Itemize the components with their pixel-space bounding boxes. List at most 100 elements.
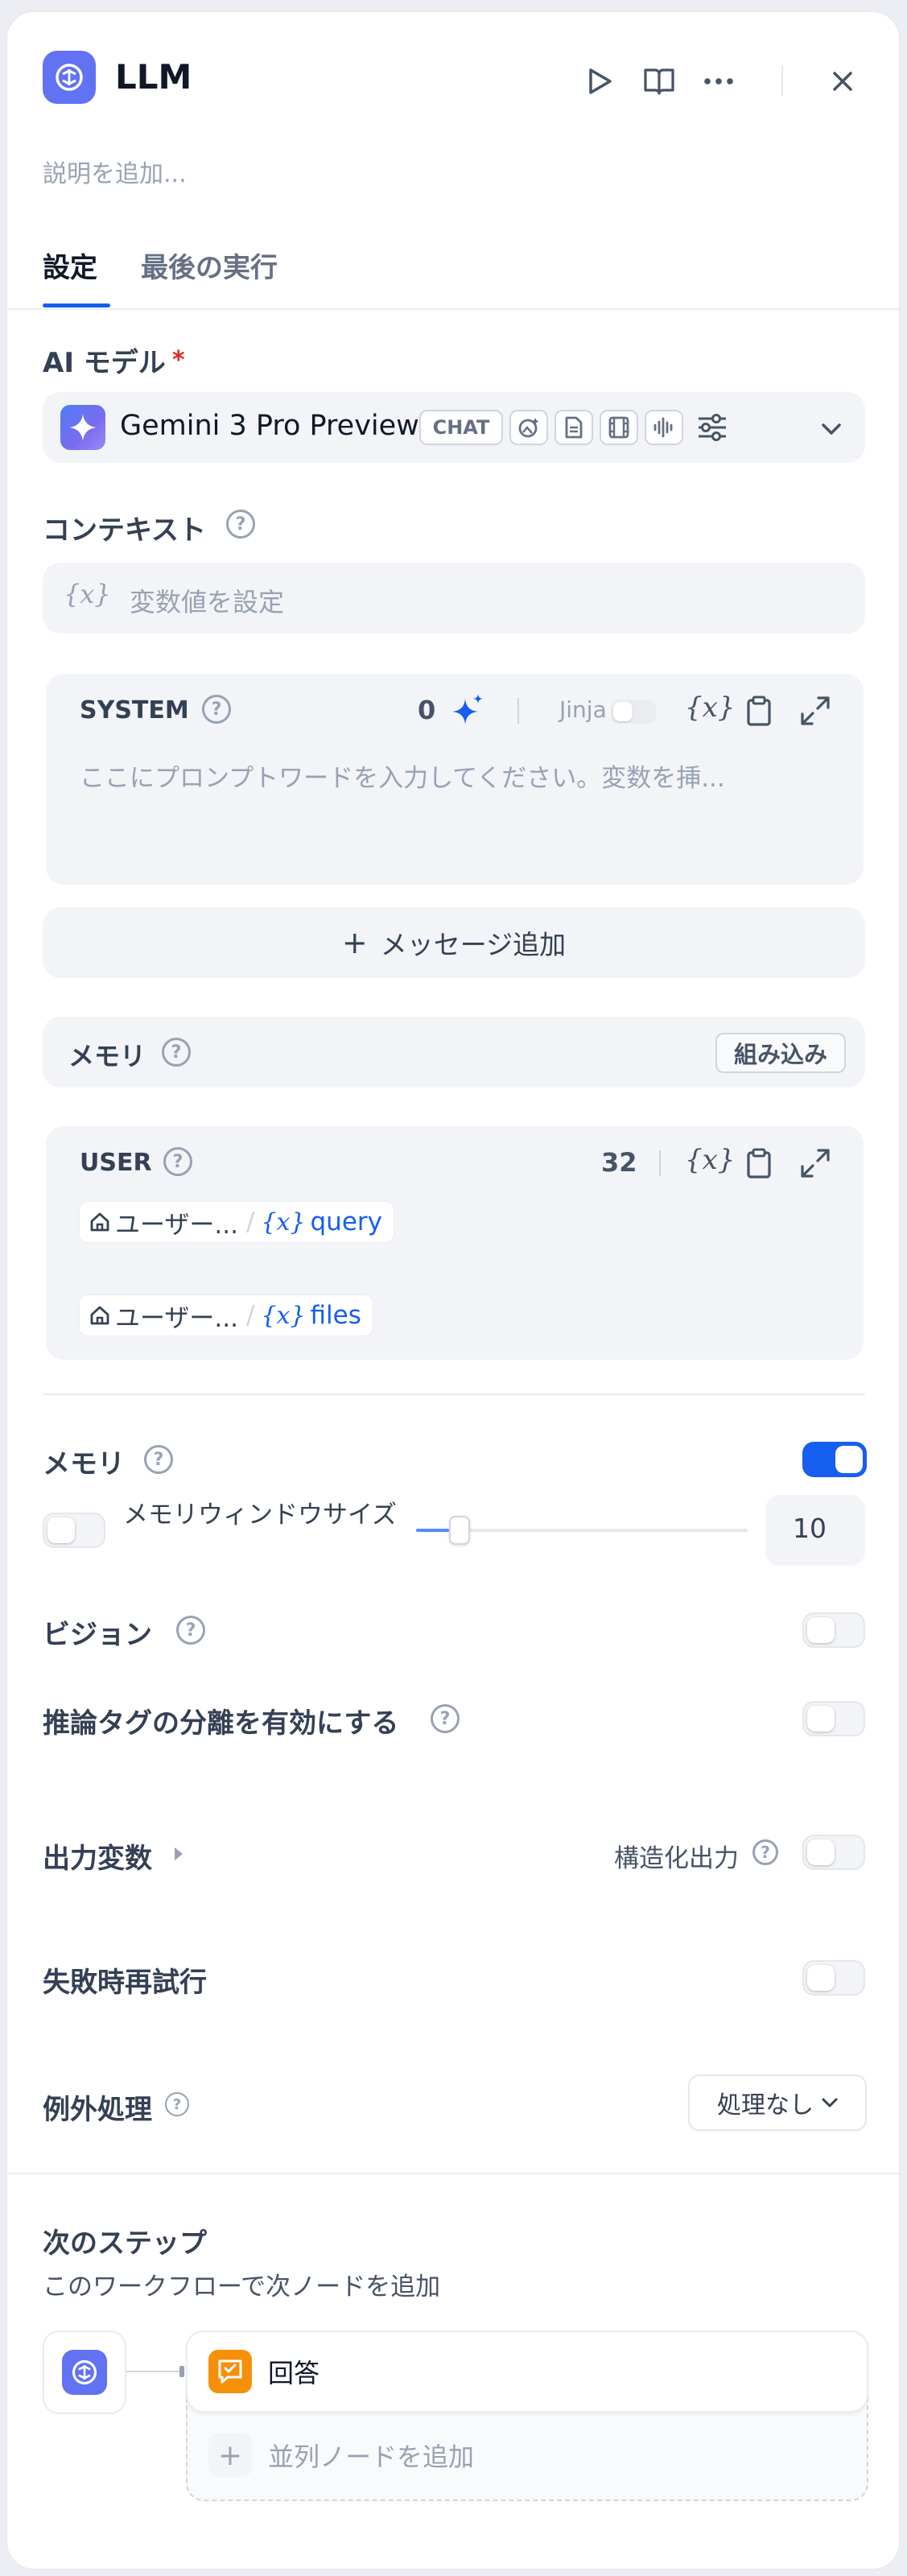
user-help-icon[interactable]: ? bbox=[163, 1147, 192, 1176]
tab-settings-label: 設定 bbox=[43, 252, 97, 284]
jinja-label: Jinja bbox=[559, 696, 607, 723]
context-label: コンテキスト bbox=[43, 514, 206, 547]
insert-variable-icon[interactable]: {x} bbox=[685, 691, 735, 724]
exception-dropdown[interactable]: 処理なし bbox=[688, 2074, 867, 2131]
node-title[interactable]: LLM bbox=[115, 57, 192, 97]
connector-end bbox=[179, 2366, 184, 2377]
memory-window-slider[interactable] bbox=[416, 1514, 748, 1546]
memory-window-value[interactable]: 10 bbox=[765, 1495, 865, 1566]
current-node-card bbox=[43, 2330, 126, 2414]
structured-output-toggle[interactable] bbox=[802, 1835, 865, 1870]
retry-toggle[interactable] bbox=[802, 1960, 865, 1996]
audio-icon bbox=[645, 410, 683, 445]
tabs-divider bbox=[7, 308, 899, 310]
reasoning-label: 推論タグの分離を有効にする bbox=[43, 1707, 399, 1740]
answer-node-label: 回答 bbox=[268, 2358, 320, 2388]
memory-block-label: メモリ bbox=[68, 1041, 146, 1071]
system-role-label: SYSTEM bbox=[80, 696, 189, 724]
plus-icon: + bbox=[341, 925, 368, 960]
required-mark: * bbox=[171, 346, 185, 374]
system-prompt-placeholder: ここにプロンプトワードを入力してください。変数を挿... bbox=[80, 764, 725, 793]
system-toolbar-divider bbox=[517, 698, 519, 724]
llm-node-icon bbox=[43, 51, 96, 104]
memory-window-toggle[interactable] bbox=[43, 1513, 105, 1548]
chevron-down-icon[interactable] bbox=[815, 413, 847, 445]
section-divider bbox=[43, 1393, 865, 1395]
model-params-icon[interactable] bbox=[695, 410, 730, 445]
more-icon[interactable] bbox=[701, 64, 736, 99]
gemini-icon bbox=[60, 405, 105, 450]
node-connector bbox=[126, 2371, 183, 2372]
add-parallel-node-button[interactable]: + 並列ノードを追加 bbox=[208, 2434, 474, 2477]
context-variable-input[interactable]: {x} 変数値を設定 bbox=[43, 563, 865, 634]
description-input[interactable]: 説明を追加... bbox=[43, 154, 187, 189]
memory-window-label: メモリウィンドウサイズ bbox=[123, 1501, 398, 1530]
sparkle-icon[interactable] bbox=[450, 691, 487, 729]
answer-node-icon bbox=[208, 2350, 252, 2393]
model-section-label: AI モデル * bbox=[43, 341, 185, 380]
retry-label: 失敗時再試行 bbox=[43, 1967, 207, 1999]
variable-icon: {x} bbox=[261, 1301, 306, 1330]
structured-output-help-icon[interactable]: ? bbox=[752, 1839, 778, 1865]
files-variable-tag[interactable]: ユーザー... / {x} files bbox=[80, 1295, 373, 1335]
slider-fill bbox=[416, 1529, 449, 1532]
query-variable-name: query bbox=[310, 1208, 383, 1236]
model-label: AI モデル bbox=[43, 347, 166, 379]
tag-separator: / bbox=[245, 1301, 255, 1330]
user-prompt-editor[interactable]: USER ? 32 {x} ユーザー... / {x} query ユーザー..… bbox=[46, 1126, 864, 1360]
exception-label: 例外処理 bbox=[43, 2094, 152, 2126]
output-variables-label[interactable]: 出力変数 bbox=[43, 1836, 152, 1876]
document-icon bbox=[555, 410, 593, 445]
clipboard-icon[interactable] bbox=[743, 693, 775, 729]
memory-window-number: 10 bbox=[793, 1513, 827, 1544]
memory-help-icon[interactable]: ? bbox=[144, 1445, 173, 1474]
caret-right-icon[interactable] bbox=[173, 1846, 184, 1865]
header-divider bbox=[781, 65, 783, 96]
context-help-icon[interactable]: ? bbox=[226, 510, 255, 539]
expand-icon[interactable] bbox=[798, 693, 833, 729]
chevron-down-icon bbox=[822, 2098, 838, 2107]
tab-last-run[interactable]: 最後の実行 bbox=[141, 246, 278, 285]
system-help-icon[interactable]: ? bbox=[202, 695, 231, 724]
user-role-label: USER bbox=[80, 1149, 152, 1177]
answer-node[interactable]: 回答 bbox=[186, 2330, 868, 2413]
exception-help-icon[interactable]: ? bbox=[165, 2092, 189, 2116]
tab-settings[interactable]: 設定 bbox=[43, 246, 97, 285]
vision-help-icon[interactable]: ? bbox=[176, 1616, 205, 1645]
slider-thumb[interactable] bbox=[449, 1516, 470, 1545]
chat-badge: CHAT bbox=[419, 410, 503, 445]
model-name: Gemini 3 Pro Preview bbox=[120, 410, 419, 442]
reasoning-help-icon[interactable]: ? bbox=[431, 1704, 460, 1733]
exception-value: 処理なし bbox=[717, 2091, 814, 2120]
next-nodes-container: 回答 + 並列ノードを追加 bbox=[186, 2330, 868, 2501]
memory-toggle[interactable] bbox=[802, 1442, 867, 1477]
add-message-button[interactable]: + メッセージ追加 bbox=[43, 907, 865, 978]
builtin-badge: 組み込み bbox=[715, 1033, 846, 1073]
tab-active-indicator bbox=[43, 303, 110, 308]
next-step-divider bbox=[7, 2173, 899, 2174]
jinja-toggle[interactable] bbox=[611, 700, 656, 724]
query-variable-tag[interactable]: ユーザー... / {x} query bbox=[80, 1202, 394, 1242]
tag-separator: / bbox=[245, 1208, 255, 1236]
insert-variable-icon[interactable]: {x} bbox=[685, 1144, 735, 1176]
add-message-label: メッセージ追加 bbox=[380, 929, 567, 960]
home-icon bbox=[90, 1306, 109, 1325]
tab-last-run-label: 最後の実行 bbox=[141, 252, 278, 284]
run-icon[interactable] bbox=[582, 64, 617, 99]
variable-icon: {x} bbox=[261, 1208, 306, 1236]
system-token-count: 0 bbox=[418, 695, 436, 725]
memory-label: メモリ bbox=[43, 1448, 125, 1480]
video-icon bbox=[600, 410, 638, 445]
clipboard-icon[interactable] bbox=[743, 1146, 775, 1181]
vision-toggle[interactable] bbox=[802, 1612, 865, 1648]
model-selector[interactable]: Gemini 3 Pro Preview CHAT bbox=[43, 392, 865, 463]
close-icon[interactable] bbox=[825, 64, 860, 99]
memory-block-help-icon[interactable]: ? bbox=[162, 1038, 191, 1067]
home-icon bbox=[90, 1212, 109, 1232]
user-token-count: 32 bbox=[601, 1147, 637, 1178]
next-step-title: 次のステップ bbox=[43, 2227, 207, 2260]
book-icon[interactable] bbox=[641, 64, 677, 99]
system-prompt-editor[interactable]: SYSTEM ? 0 Jinja {x} ここにプロンプトワードを入力してくださ… bbox=[46, 674, 864, 885]
expand-icon[interactable] bbox=[798, 1146, 833, 1181]
reasoning-toggle[interactable] bbox=[802, 1701, 865, 1736]
